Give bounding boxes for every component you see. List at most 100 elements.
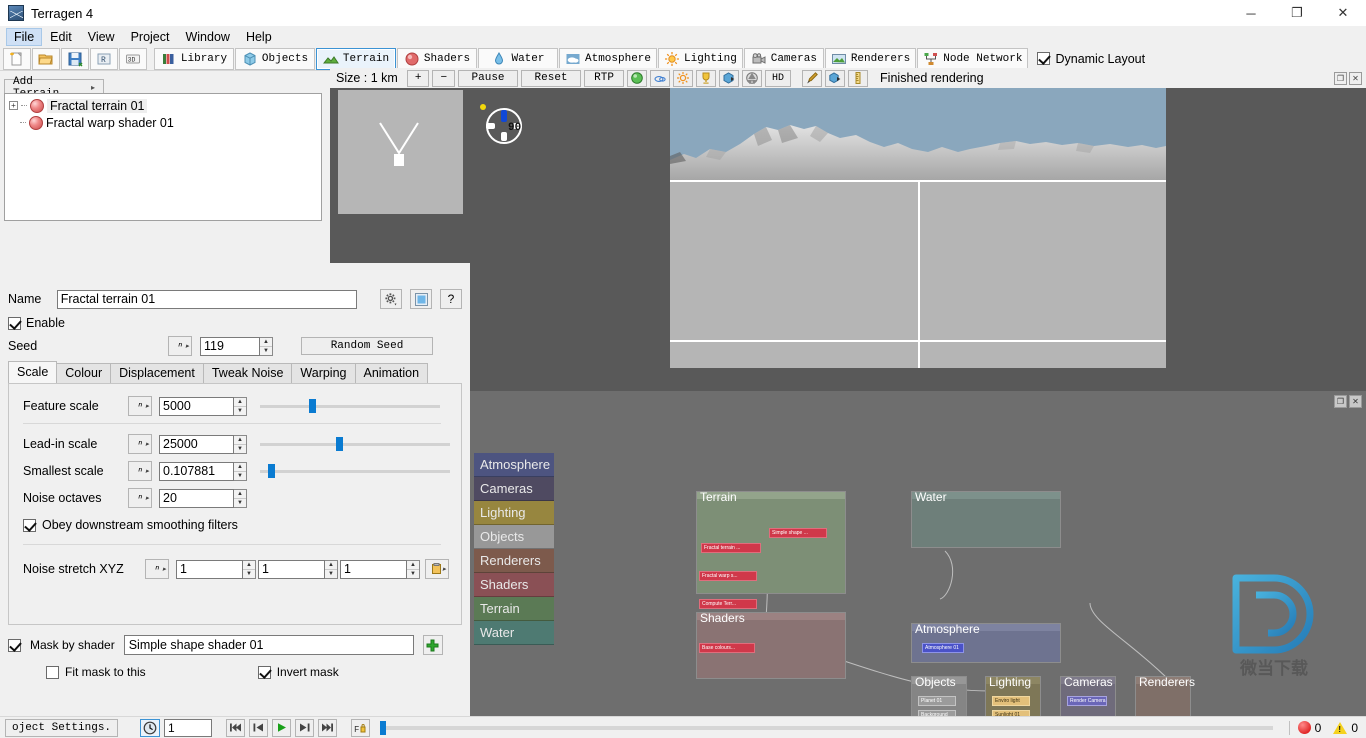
save-project-button[interactable] [61, 47, 89, 70]
preview-icon[interactable] [410, 289, 432, 309]
tab-scale[interactable]: Scale [8, 361, 58, 383]
node-group-terrain[interactable]: Terrain Simple shape ... Fractal terrain… [696, 491, 846, 609]
node-item[interactable]: Fractal warp s... [699, 571, 757, 581]
render-button[interactable]: R [90, 47, 118, 70]
tab-displacement[interactable]: Displacement [110, 363, 204, 383]
rtp-button[interactable]: RTP [584, 69, 625, 87]
category-atmosphere[interactable]: Atmosphere [474, 453, 554, 477]
node-item[interactable]: Fractal terrain ... [701, 543, 761, 553]
new-project-button[interactable] [3, 47, 31, 70]
node-item[interactable]: Simple shape ... [769, 528, 827, 538]
lead-in-scale-function-button[interactable]: ⁿ ▸ [128, 434, 152, 454]
obey-smoothing-filters-row[interactable]: Obey downstream smoothing filters [23, 518, 451, 532]
project-settings-button[interactable]: oject Settings. [5, 718, 119, 737]
viewport-close-button[interactable]: ✕ [1349, 71, 1362, 85]
node-group-shaders[interactable]: Shaders Base colours... [696, 612, 846, 679]
feature-scale-input[interactable]: 5000 [159, 396, 234, 416]
node-network-panel[interactable]: ❐ ✕ Atmosphere Cameras Lighting Objects … [470, 391, 1366, 738]
frame-number-input[interactable]: 1 [164, 718, 213, 737]
tab-library[interactable]: Library [154, 47, 234, 70]
hd-toggle-icon[interactable]: HD [765, 69, 792, 87]
reset-button[interactable]: Reset [521, 69, 582, 87]
object-toggle-icon[interactable] [719, 69, 740, 87]
fit-mask-checkbox[interactable] [46, 665, 59, 679]
open-project-button[interactable] [32, 47, 60, 70]
noise-stretch-x-input[interactable]: 1 [176, 559, 243, 579]
clipboard-icon[interactable]: ▸ [425, 559, 449, 579]
three-d-preview-button[interactable]: 3D [119, 47, 147, 70]
next-frame-button[interactable] [295, 718, 315, 737]
random-seed-button[interactable]: Random Seed [301, 337, 433, 355]
noise-octaves-function-button[interactable]: ⁿ ▸ [128, 488, 152, 508]
menu-window[interactable]: Window [177, 28, 237, 46]
seed-input[interactable]: 119 [200, 336, 260, 356]
tab-atmosphere[interactable]: Atmosphere [559, 47, 658, 70]
node-group-water[interactable]: Water [911, 491, 1061, 548]
menu-help[interactable]: Help [238, 28, 280, 46]
tab-renderers[interactable]: Renderers [824, 47, 917, 70]
timeline-scrubber[interactable] [380, 720, 1273, 735]
close-button[interactable]: ✕ [1320, 0, 1366, 27]
node-item[interactable]: Planet 01 [918, 696, 956, 706]
dynamic-layout-checkbox[interactable] [1037, 52, 1051, 65]
category-cameras[interactable]: Cameras [474, 477, 554, 501]
menu-edit[interactable]: Edit [42, 28, 80, 46]
add-mask-shader-button[interactable] [422, 635, 443, 655]
smallest-scale-stepper[interactable]: ▲ ▼ [234, 461, 247, 481]
lead-in-scale-stepper[interactable]: ▲ ▼ [234, 434, 247, 454]
invert-mask-checkbox[interactable] [257, 665, 271, 679]
node-item[interactable]: Base colours... [699, 643, 755, 653]
noise-stretch-x-stepper[interactable]: ▲ ▼ [243, 559, 256, 579]
seed-stepper[interactable]: ▲ ▼ [260, 336, 273, 356]
tab-shaders[interactable]: Shaders [397, 47, 477, 70]
list-item[interactable]: + Fractal terrain 01 [9, 97, 317, 114]
zoom-out-button[interactable]: − [432, 69, 456, 87]
tab-animation[interactable]: Animation [354, 363, 429, 383]
ruler-icon[interactable] [848, 69, 869, 87]
feature-scale-function-button[interactable]: ⁿ ▸ [128, 396, 152, 416]
node-item[interactable]: Enviro light [992, 696, 1030, 706]
menu-file[interactable]: File [6, 28, 43, 46]
cloud-toggle-icon[interactable] [650, 69, 671, 87]
zoom-in-button[interactable]: + [406, 69, 430, 87]
noise-octaves-stepper[interactable]: ▲ ▼ [234, 488, 247, 508]
tab-terrain[interactable]: Terrain [316, 47, 396, 70]
play-button[interactable] [272, 718, 292, 737]
smallest-scale-slider[interactable] [260, 464, 450, 478]
maximize-button[interactable]: ❐ [1274, 0, 1320, 27]
feature-scale-slider[interactable] [260, 399, 440, 413]
category-objects[interactable]: Objects [474, 525, 554, 549]
three-d-viewport[interactable]: 90 [470, 88, 1366, 378]
tab-objects[interactable]: Objects [235, 47, 315, 70]
tab-water[interactable]: Water [478, 47, 558, 70]
tab-warping[interactable]: Warping [291, 363, 356, 383]
mask-shader-input[interactable]: Simple shape shader 01 [123, 635, 414, 655]
trophy-toggle-icon[interactable] [696, 69, 717, 87]
obey-smoothing-filters-checkbox[interactable] [23, 518, 36, 532]
tab-colour[interactable]: Colour [56, 363, 112, 383]
seed-function-button[interactable]: ⁿ ▸ [168, 336, 192, 356]
noise-stretch-z-stepper[interactable]: ▲ ▼ [407, 559, 420, 579]
terrain-node-list[interactable]: + Fractal terrain 01 Fractal warp shader… [4, 93, 322, 221]
tab-node-network[interactable]: Node Network [917, 47, 1029, 70]
noise-stretch-y-stepper[interactable]: ▲ ▼ [325, 559, 338, 579]
pause-button[interactable]: Pause [458, 69, 519, 87]
mask-by-shader-checkbox[interactable] [8, 638, 21, 652]
gear-icon[interactable] [380, 289, 402, 309]
smallest-scale-input[interactable]: 0.107881 [159, 461, 234, 481]
timeline-playhead[interactable] [380, 720, 387, 735]
lead-in-scale-input[interactable]: 25000 [159, 434, 234, 454]
noise-octaves-input[interactable]: 20 [159, 488, 234, 508]
go-to-start-button[interactable] [226, 718, 246, 737]
add-object-icon[interactable] [825, 69, 846, 87]
tab-tweak-noise[interactable]: Tweak Noise [202, 363, 293, 383]
F-lock-icon[interactable]: F [351, 718, 371, 737]
category-terrain[interactable]: Terrain [474, 597, 554, 621]
node-item[interactable]: Atmosphere 01 [922, 643, 964, 653]
tab-lighting[interactable]: Lighting [658, 47, 743, 70]
go-to-end-button[interactable] [318, 718, 338, 737]
lead-in-scale-slider[interactable] [260, 437, 450, 451]
node-network-close-button[interactable]: ✕ [1349, 395, 1362, 408]
aperture-toggle-icon[interactable] [742, 69, 763, 87]
planet-toggle-icon[interactable] [627, 69, 648, 87]
